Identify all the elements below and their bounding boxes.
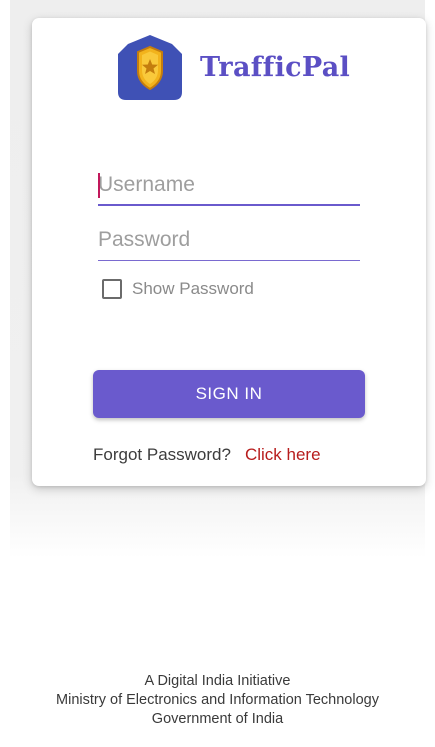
sign-in-button[interactable]: SIGN IN [93, 370, 365, 418]
login-screen: TrafficPal Show Password SIGN IN Forgot … [0, 0, 435, 747]
click-here-link[interactable]: Click here [245, 445, 321, 464]
username-input[interactable] [98, 168, 360, 202]
password-field[interactable] [98, 223, 360, 263]
show-password-toggle[interactable]: Show Password [102, 279, 254, 299]
forgot-password-row: Forgot Password? Click here [93, 445, 321, 465]
footer-government: Government of India [151, 711, 284, 727]
footer-initiative: A Digital India Initiative [144, 673, 291, 689]
footer: A Digital India Initiative Ministry of E… [0, 672, 435, 729]
forgot-password-text: Forgot Password? [93, 445, 231, 464]
login-card: TrafficPal Show Password SIGN IN Forgot … [32, 18, 426, 486]
footer-ministry: Ministry of Electronics and Information … [56, 692, 379, 708]
police-badge-star-icon [118, 35, 182, 100]
brand-header: TrafficPal [118, 34, 350, 100]
text-cursor [98, 173, 100, 198]
show-password-label: Show Password [132, 279, 254, 298]
username-field[interactable] [98, 168, 360, 208]
password-input[interactable] [98, 223, 360, 257]
username-underline [98, 204, 360, 206]
password-underline [98, 260, 360, 261]
app-title: TrafficPal [200, 51, 351, 83]
show-password-checkbox[interactable] [102, 279, 122, 299]
